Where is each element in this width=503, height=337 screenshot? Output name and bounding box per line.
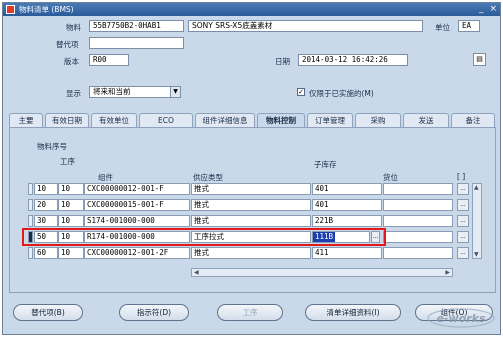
routing-button[interactable]: 工序 xyxy=(217,304,283,321)
tab-shipping[interactable]: 发送 xyxy=(403,113,449,127)
tab-material-control[interactable]: 物料控制 xyxy=(257,113,305,128)
alternates-button[interactable]: 替代项(B) xyxy=(13,304,83,321)
component-cell[interactable]: CXC00000012-001-F xyxy=(84,183,190,195)
tab-effective-dates[interactable]: 有效日期 xyxy=(45,113,89,127)
display-select[interactable]: 将来和当前 ▼ xyxy=(89,86,181,98)
subinventory-header: 子库存 xyxy=(314,160,337,169)
uom-field[interactable]: EA xyxy=(458,20,480,32)
minimize-icon[interactable]: _ xyxy=(479,4,484,15)
bom-window: 物料清单 (BMS) _ × 物料 55B7750B2-0HAB1 SONY S… xyxy=(2,2,501,335)
tab-notes[interactable]: 备注 xyxy=(451,113,495,127)
tab-effective-units[interactable]: 有效单位 xyxy=(91,113,137,127)
item-field[interactable]: 55B7750B2-0HAB1 xyxy=(89,20,184,32)
op-seq-cell[interactable]: 10 xyxy=(58,247,84,259)
window-title: 物料清单 (BMS) xyxy=(19,5,74,14)
op-seq-header: 工序 xyxy=(60,157,75,166)
scroll-right-icon[interactable]: ▶ xyxy=(445,269,450,276)
locator-cell[interactable] xyxy=(383,247,453,259)
row-more-button[interactable]: .. xyxy=(457,215,469,227)
highlight-annotation xyxy=(22,228,386,246)
alternate-field[interactable] xyxy=(89,37,184,49)
material-control-panel: 物料序号 工序 组件 供应类型 子库存 货位 [ ] 10 10 CXC0000… xyxy=(9,127,496,293)
revision-label: 版本 xyxy=(64,57,79,66)
e-works-watermark: e-works xyxy=(427,308,495,328)
implemented-only-checkbox[interactable]: ✓ xyxy=(297,88,305,96)
supply-type-cell[interactable]: 推式 xyxy=(191,215,311,227)
row-marker[interactable] xyxy=(28,215,33,227)
scroll-left-icon[interactable]: ◀ xyxy=(194,269,199,276)
tab-component-details[interactable]: 组件详细信息 xyxy=(195,113,255,127)
locator-cell[interactable] xyxy=(383,183,453,195)
item-label: 物料 xyxy=(66,23,81,32)
watermark-text: e-works xyxy=(436,312,485,325)
scroll-down-icon[interactable]: ▼ xyxy=(474,251,479,258)
supply-type-cell[interactable]: 推式 xyxy=(191,247,311,259)
horizontal-scrollbar[interactable]: ◀ ▶ xyxy=(191,268,453,277)
locator-cell[interactable] xyxy=(383,199,453,211)
row-more-button[interactable]: .. xyxy=(457,199,469,211)
locator-cell[interactable] xyxy=(383,231,453,243)
item-seq-cell[interactable]: 10 xyxy=(34,183,58,195)
item-seq-cell[interactable]: 20 xyxy=(34,199,58,211)
op-seq-cell[interactable]: 10 xyxy=(58,199,84,211)
supply-type-cell[interactable]: 推式 xyxy=(191,199,311,211)
subinventory-cell[interactable]: 221B xyxy=(312,215,382,227)
extra-header: [ ] xyxy=(457,172,466,181)
date-field[interactable]: 2014-03-12 16:42:26 xyxy=(298,54,408,66)
row-marker[interactable] xyxy=(28,247,33,259)
tab-eco[interactable]: ECO xyxy=(139,113,193,127)
subinventory-cell[interactable]: 411 xyxy=(312,247,382,259)
row-more-button[interactable]: .. xyxy=(457,183,469,195)
revision-field[interactable]: R00 xyxy=(89,54,129,66)
subinventory-cell[interactable]: 401 xyxy=(312,183,382,195)
designator-button[interactable]: 指示符(D) xyxy=(119,304,189,321)
component-header: 组件 xyxy=(98,173,113,182)
chevron-down-icon: ▼ xyxy=(170,87,180,97)
alternate-label: 替代项 xyxy=(56,40,79,49)
description-field[interactable]: SONY SRS-X5底盖素材 xyxy=(188,20,423,32)
title-bar: 物料清单 (BMS) _ × xyxy=(3,3,500,16)
scroll-up-icon[interactable]: ▲ xyxy=(474,184,479,191)
row-more-button[interactable]: .. xyxy=(457,247,469,259)
row-more-button[interactable]: .. xyxy=(457,231,469,243)
component-cell[interactable]: CXC00000015-001-F xyxy=(84,199,190,211)
window-controls: _ × xyxy=(479,4,497,15)
locator-cell[interactable] xyxy=(383,215,453,227)
close-icon[interactable]: × xyxy=(489,4,497,15)
display-select-value: 将来和当前 xyxy=(93,87,131,96)
supply-type-cell[interactable]: 推式 xyxy=(191,183,311,195)
date-label: 日期 xyxy=(275,57,290,66)
tab-main[interactable]: 主要 xyxy=(9,113,43,127)
item-seq-header: 物料序号 xyxy=(37,142,67,151)
locator-header: 货位 xyxy=(383,173,398,182)
component-cell[interactable]: S174-001000-000 xyxy=(84,215,190,227)
display-label: 显示 xyxy=(66,89,81,98)
tab-strip: 主要 有效日期 有效单位 ECO 组件详细信息 物料控制 订单管理 采购 发送 … xyxy=(9,113,496,128)
vertical-scrollbar[interactable]: ▲ ▼ xyxy=(472,183,482,259)
item-seq-cell[interactable]: 60 xyxy=(34,247,58,259)
uom-label: 单位 xyxy=(435,23,450,32)
tab-purchasing[interactable]: 采购 xyxy=(355,113,401,127)
op-seq-cell[interactable]: 10 xyxy=(58,215,84,227)
tab-order-management[interactable]: 订单管理 xyxy=(307,113,353,127)
implemented-only-label: 仅限于已实施的(M) xyxy=(309,89,374,98)
supply-type-header: 供应类型 xyxy=(193,173,223,182)
row-marker[interactable] xyxy=(28,183,33,195)
component-cell[interactable]: CXC00000012-001-2F xyxy=(84,247,190,259)
row-marker[interactable] xyxy=(28,199,33,211)
bom-details-button[interactable]: 清单详细资料(I) xyxy=(305,304,401,321)
app-icon xyxy=(6,5,15,14)
item-seq-cell[interactable]: 30 xyxy=(34,215,58,227)
attachment-icon[interactable]: ▤ xyxy=(473,53,486,66)
subinventory-cell[interactable]: 401 xyxy=(312,199,382,211)
op-seq-cell[interactable]: 10 xyxy=(58,183,84,195)
